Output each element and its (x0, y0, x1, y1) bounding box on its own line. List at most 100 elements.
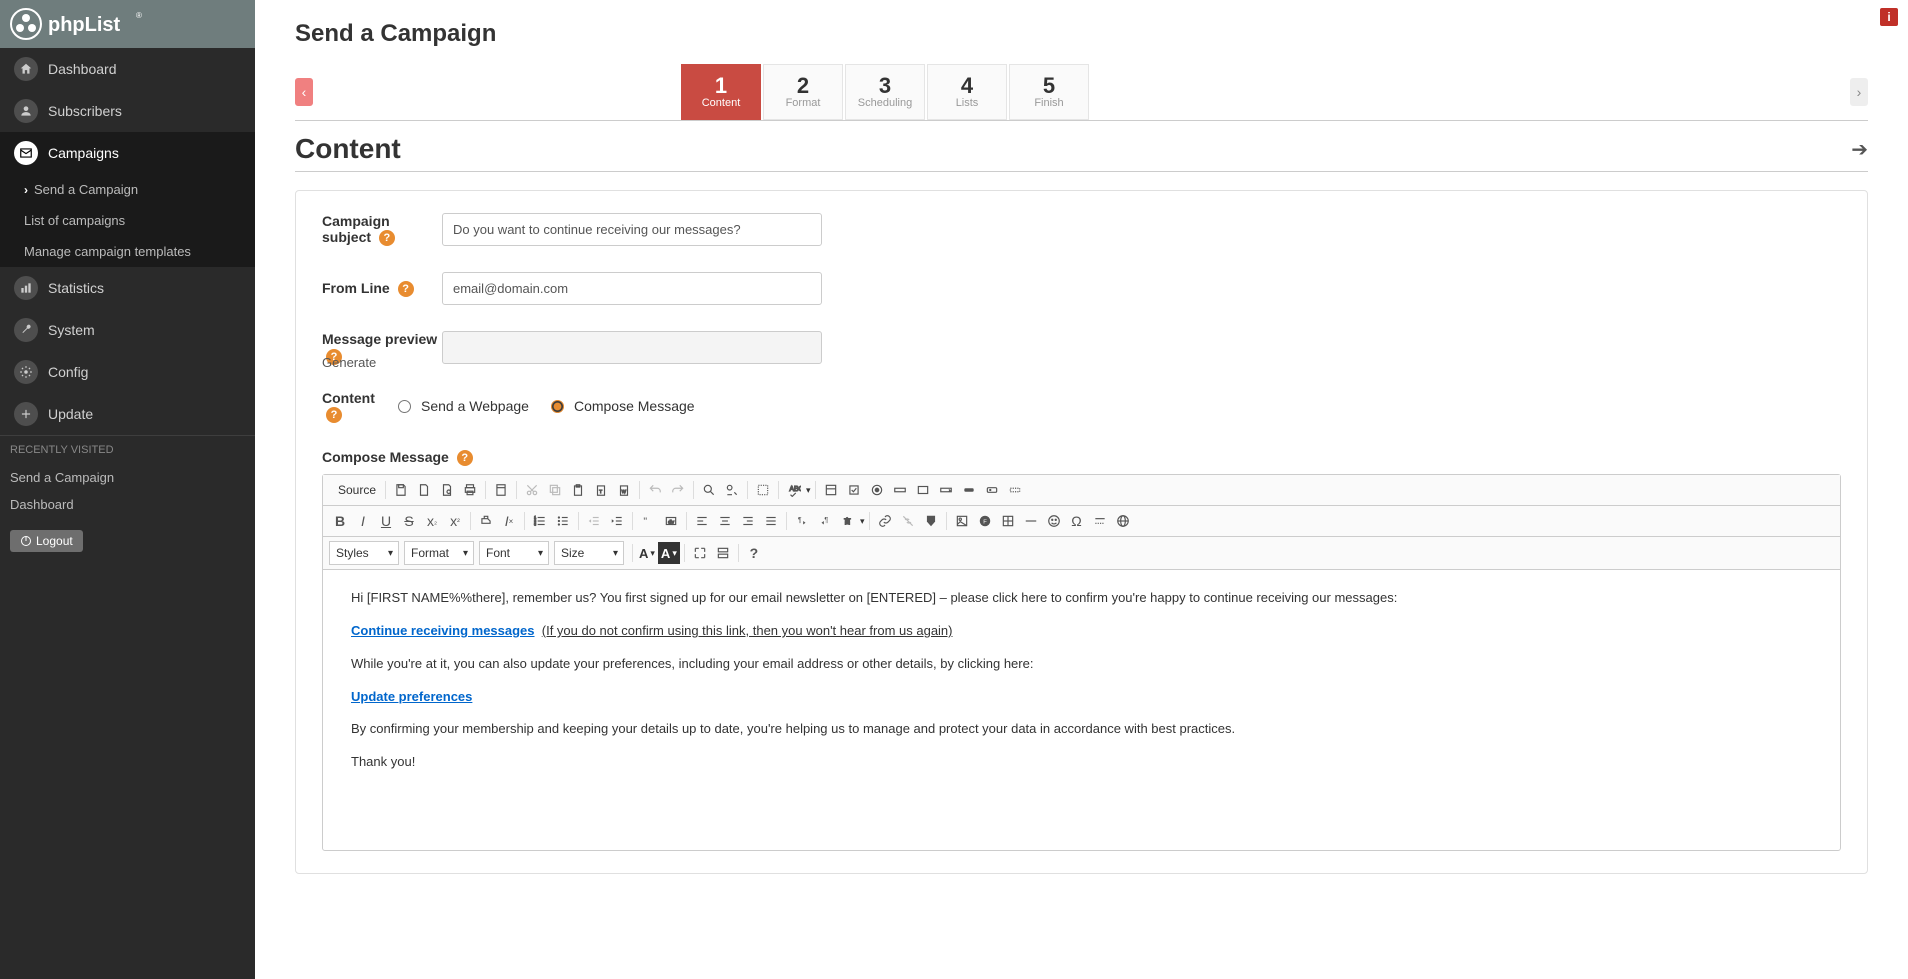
iframe-icon[interactable] (1112, 510, 1134, 532)
source-button[interactable]: Source (329, 479, 381, 501)
nav-config[interactable]: Config (0, 351, 255, 393)
div-icon[interactable]: div (660, 510, 682, 532)
editor-content[interactable]: Hi [FIRST NAME%%there], remember us? You… (323, 570, 1840, 850)
step-scheduling[interactable]: 3 Scheduling (845, 64, 925, 120)
alignleft-icon[interactable] (691, 510, 713, 532)
prev-step-button[interactable]: ‹ (295, 78, 313, 106)
subscript-icon[interactable]: x₂ (421, 510, 443, 532)
subnav-manage-templates[interactable]: Manage campaign templates (0, 236, 255, 267)
bold-icon[interactable]: B (329, 510, 351, 532)
replace-icon[interactable] (721, 479, 743, 501)
about-icon[interactable]: ? (743, 542, 765, 564)
textfield-icon[interactable] (889, 479, 911, 501)
format-dropdown[interactable]: Format (404, 541, 474, 565)
blockquote-icon[interactable]: " (637, 510, 659, 532)
checkbox-icon[interactable] (843, 479, 865, 501)
font-dropdown[interactable]: Font (479, 541, 549, 565)
language-icon[interactable]: 言 (837, 510, 859, 532)
nav-subscribers[interactable]: Subscribers (0, 90, 255, 132)
button-icon[interactable] (958, 479, 980, 501)
help-icon[interactable]: ? (326, 407, 342, 423)
size-dropdown[interactable]: Size (554, 541, 624, 565)
strike-icon[interactable]: S (398, 510, 420, 532)
step-lists[interactable]: 4 Lists (927, 64, 1007, 120)
step-content[interactable]: 1 Content (681, 64, 761, 120)
maximize-icon[interactable] (689, 542, 711, 564)
templates-icon[interactable] (490, 479, 512, 501)
specialchar-icon[interactable]: Ω (1066, 510, 1088, 532)
logo[interactable]: phpList® (0, 0, 255, 48)
selectall-icon[interactable] (752, 479, 774, 501)
anchor-icon[interactable] (920, 510, 942, 532)
help-icon[interactable]: ? (457, 450, 473, 466)
italic-icon[interactable]: I (352, 510, 374, 532)
help-icon[interactable]: ? (398, 281, 414, 297)
hr-icon[interactable] (1020, 510, 1042, 532)
info-badge-icon[interactable]: i (1880, 8, 1898, 26)
subnav-send-campaign[interactable]: › Send a Campaign (0, 174, 255, 205)
update-prefs-link[interactable]: Update preferences (351, 689, 472, 704)
bgcolor-button[interactable]: A▾ (658, 542, 680, 564)
help-icon[interactable]: ? (379, 230, 395, 246)
step-format[interactable]: 2 Format (763, 64, 843, 120)
save-icon[interactable] (390, 479, 412, 501)
nav-dashboard[interactable]: Dashboard (0, 48, 255, 90)
styles-dropdown[interactable]: Styles (329, 541, 399, 565)
pagebreak-icon[interactable] (1089, 510, 1111, 532)
nav-label: Update (48, 406, 93, 422)
spellcheck-icon[interactable]: ABC (783, 479, 805, 501)
subject-input[interactable] (442, 213, 822, 246)
plus-icon (14, 402, 38, 426)
step-finish[interactable]: 5 Finish (1009, 64, 1089, 120)
find-icon[interactable] (698, 479, 720, 501)
aligncenter-icon[interactable] (714, 510, 736, 532)
recent-dashboard[interactable]: Dashboard (0, 491, 255, 518)
underline-icon[interactable]: U (375, 510, 397, 532)
alignright-icon[interactable] (737, 510, 759, 532)
hiddenfield-icon[interactable] (1004, 479, 1026, 501)
indent-icon[interactable] (606, 510, 628, 532)
continue-link[interactable]: Continue receiving messages (351, 623, 535, 638)
textarea-icon[interactable] (912, 479, 934, 501)
next-step-button[interactable]: › (1850, 78, 1868, 106)
rtl-icon[interactable]: ¶ (814, 510, 836, 532)
preview-icon[interactable] (436, 479, 458, 501)
nav-system[interactable]: System (0, 309, 255, 351)
image-icon[interactable] (951, 510, 973, 532)
preview-input[interactable] (442, 331, 822, 364)
numberedlist-icon[interactable]: 123 (529, 510, 551, 532)
paste-text-icon[interactable]: T (590, 479, 612, 501)
paste-word-icon[interactable]: W (613, 479, 635, 501)
radio-icon[interactable] (866, 479, 888, 501)
radio-compose[interactable] (551, 400, 564, 413)
superscript-icon[interactable]: x² (444, 510, 466, 532)
link-icon[interactable] (874, 510, 896, 532)
home-icon (14, 57, 38, 81)
logout-button[interactable]: Logout (10, 530, 83, 552)
nav-campaigns[interactable]: Campaigns (0, 132, 255, 174)
section-next-icon[interactable]: ➔ (1851, 137, 1868, 162)
paste-icon[interactable] (567, 479, 589, 501)
removeformat-icon[interactable]: I× (498, 510, 520, 532)
flash-icon[interactable]: F (974, 510, 996, 532)
recent-send-campaign[interactable]: Send a Campaign (0, 464, 255, 491)
imagebutton-icon[interactable] (981, 479, 1003, 501)
showblocks-icon[interactable] (712, 542, 734, 564)
form-icon[interactable] (820, 479, 842, 501)
ltr-icon[interactable]: ¶ (791, 510, 813, 532)
nav-update[interactable]: Update (0, 393, 255, 435)
nav-statistics[interactable]: Statistics (0, 267, 255, 309)
table-icon[interactable] (997, 510, 1019, 532)
textcolor-button[interactable]: A▾ (637, 542, 657, 564)
body-link1-line: Continue receiving messages (If you do n… (351, 621, 1812, 642)
radio-webpage[interactable] (398, 400, 411, 413)
justify-icon[interactable] (760, 510, 782, 532)
bulletlist-icon[interactable] (552, 510, 574, 532)
smiley-icon[interactable] (1043, 510, 1065, 532)
subnav-list-campaigns[interactable]: List of campaigns (0, 205, 255, 236)
newpage-icon[interactable] (413, 479, 435, 501)
select-icon[interactable] (935, 479, 957, 501)
from-input[interactable] (442, 272, 822, 305)
print-icon[interactable] (459, 479, 481, 501)
copyformat-icon[interactable] (475, 510, 497, 532)
